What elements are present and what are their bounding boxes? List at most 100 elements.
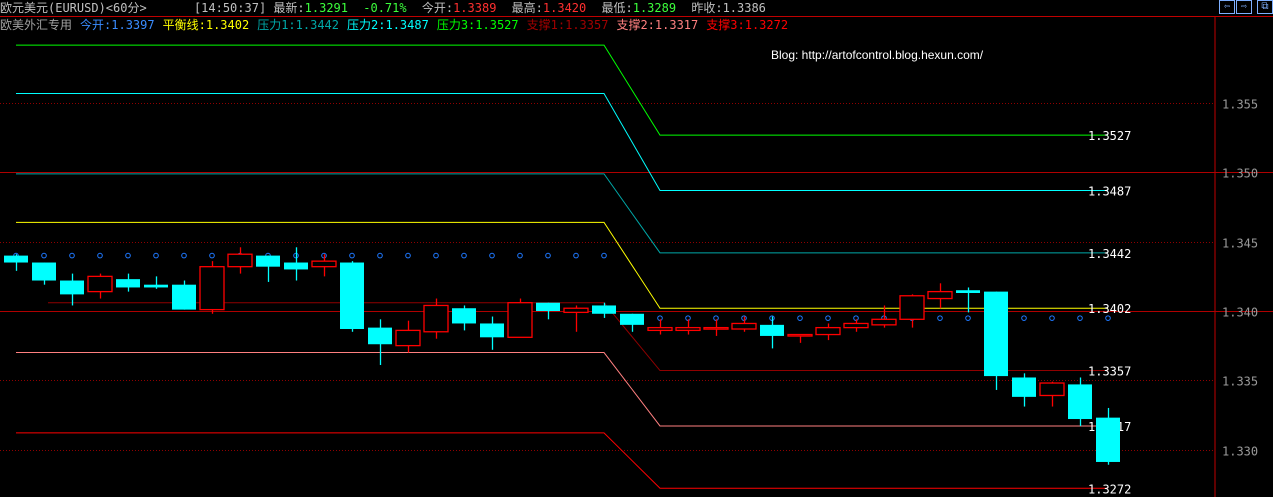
candle-down [536, 302, 560, 320]
candle-up [199, 261, 225, 314]
candle-down [172, 280, 196, 310]
blog-watermark: Blog: http://artofcontrol.blog.hexun.com… [771, 48, 984, 62]
candle-body [647, 326, 673, 332]
y-tick-label: 1.330 [1222, 445, 1258, 459]
level-line [16, 93, 1108, 192]
candle-body [871, 318, 897, 326]
candle-up [311, 254, 337, 277]
candle-body [956, 290, 980, 293]
candle-body [899, 295, 925, 320]
open-marker [545, 252, 551, 259]
candle-body [760, 324, 784, 336]
candle-body [4, 255, 28, 263]
open-marker [349, 252, 355, 259]
candle-body [620, 313, 644, 325]
candle-down [1068, 377, 1092, 426]
open-marker [1021, 315, 1027, 321]
open-marker [97, 252, 103, 259]
candle-body [787, 333, 813, 337]
candlestick-chart[interactable]: 1.355 1.350 1.345 1.340 1.335 1.330 1.3527 1.34… [0, 0, 1273, 497]
candle-body [423, 304, 449, 333]
candle-body [1068, 384, 1092, 420]
open-marker [825, 315, 831, 321]
candle-body [480, 323, 504, 338]
open-marker [125, 252, 131, 259]
open-marker [433, 252, 439, 259]
candle-body [592, 305, 616, 314]
candle-body [199, 266, 225, 311]
candle-up [423, 298, 449, 339]
open-marker [965, 315, 971, 321]
candle-down [116, 273, 140, 292]
candle-body [815, 326, 841, 336]
level-line [16, 432, 1108, 489]
candle-down [1012, 373, 1036, 407]
candle-down [452, 305, 476, 331]
open-marker [937, 315, 943, 321]
open-marker [1077, 315, 1083, 321]
open-marker [601, 252, 607, 259]
candle-body [1096, 417, 1120, 462]
candle-body [731, 322, 757, 330]
candle-up [675, 319, 701, 335]
candle-body [675, 326, 701, 332]
candle-body [284, 262, 308, 270]
candle-body [536, 302, 560, 311]
candle-up [87, 273, 113, 299]
candle-down [592, 302, 616, 318]
y-tick-label: 1.335 [1222, 375, 1258, 389]
candle-down [368, 319, 392, 366]
candle-body [563, 307, 589, 314]
level-label: 1.3527 [1088, 129, 1131, 143]
open-marker [377, 252, 383, 259]
candle-up [871, 305, 897, 328]
candle-up [843, 319, 869, 332]
candle-down [620, 313, 644, 332]
candle-body [87, 275, 113, 293]
level-line [16, 352, 1108, 427]
level-label: 1.3487 [1088, 185, 1131, 199]
level-label: 1.3272 [1088, 482, 1131, 496]
candle-body [1012, 377, 1036, 397]
candle-body [843, 322, 869, 329]
open-marker [517, 252, 523, 259]
open-marker [461, 252, 467, 259]
candle-up [815, 323, 841, 341]
open-marker [489, 252, 495, 259]
candle-body [395, 329, 421, 347]
level-label: 1.3402 [1088, 302, 1131, 316]
candle-up [647, 319, 673, 335]
candle-down [4, 254, 28, 271]
candle-down [984, 291, 1008, 390]
candle-down [760, 316, 784, 349]
open-marker [573, 252, 579, 259]
candle-down [256, 255, 280, 282]
candle-body [703, 326, 729, 330]
candle-up [703, 319, 729, 336]
open-marker [1105, 315, 1111, 321]
level-label: 1.3442 [1088, 247, 1131, 261]
y-tick-label: 1.345 [1222, 237, 1258, 251]
candle-body [116, 279, 140, 288]
candle-up [927, 283, 953, 309]
open-marker [797, 315, 803, 321]
candle-down [340, 261, 364, 332]
candle-body [1039, 382, 1065, 397]
open-marker [69, 252, 75, 259]
level-line [16, 173, 1108, 254]
candle-up [787, 333, 813, 343]
candle-down [60, 273, 84, 306]
candle-down [284, 247, 308, 281]
y-tick-label: 1.355 [1222, 98, 1258, 112]
candle-body [144, 284, 168, 288]
candle-body [32, 262, 56, 281]
candle-body [227, 253, 253, 268]
candle-body [256, 255, 280, 267]
candle-up [507, 298, 533, 338]
y-tick-label: 1.350 [1222, 167, 1258, 181]
candle-down [1096, 407, 1120, 465]
candle-body [452, 308, 476, 324]
open-marker [41, 252, 47, 259]
candle-up [227, 247, 253, 274]
candle-up [563, 305, 589, 332]
